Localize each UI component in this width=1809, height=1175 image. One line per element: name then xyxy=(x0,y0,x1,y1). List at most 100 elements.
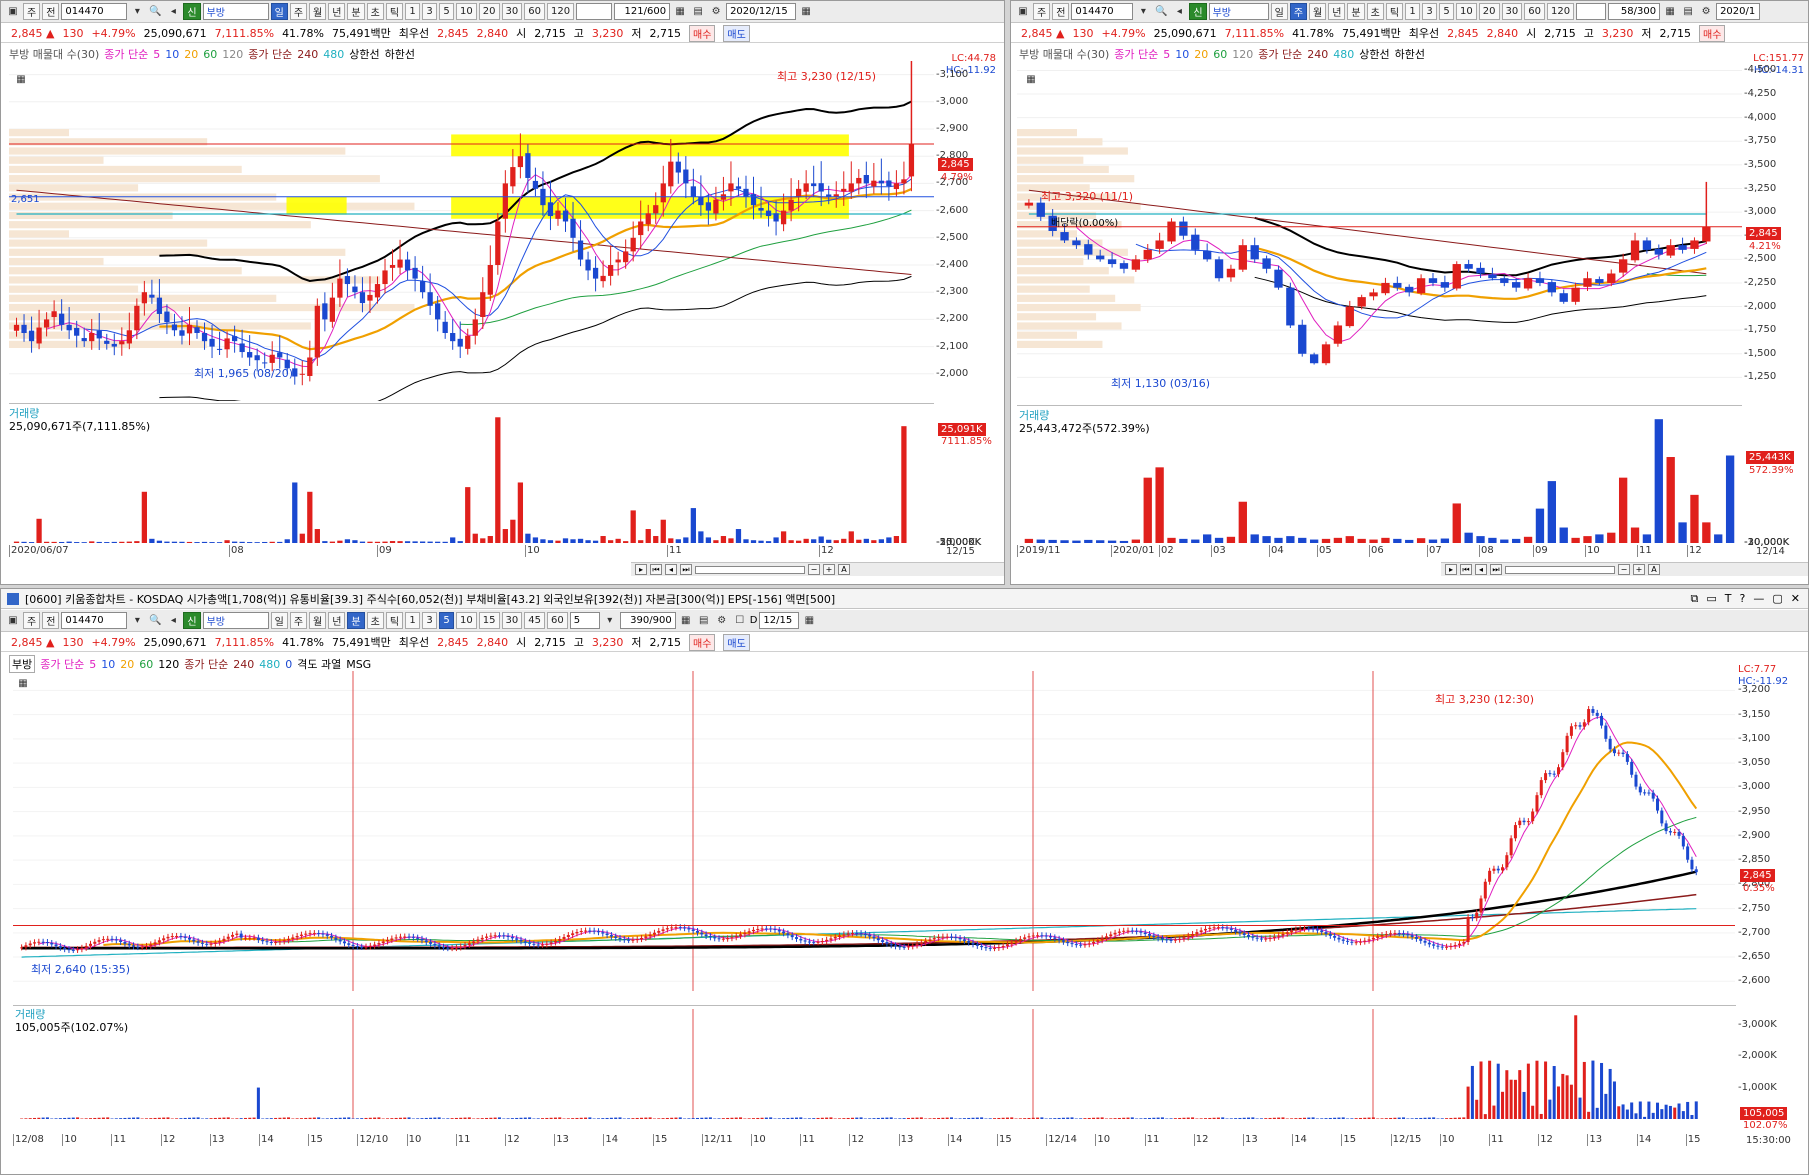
interval-1[interactable]: 1 xyxy=(1405,3,1421,20)
stock-name-input[interactable]: 부방 xyxy=(202,612,269,629)
interval-3[interactable]: 3 xyxy=(422,3,438,20)
tab-minute[interactable]: 분 xyxy=(347,612,365,629)
stock-name-input[interactable]: 부방 xyxy=(202,3,269,20)
interval-1[interactable]: 1 xyxy=(405,3,421,20)
interval-60[interactable]: 60 xyxy=(1524,3,1545,20)
scroll-left-icon[interactable]: ◂ xyxy=(665,564,677,575)
tab-second[interactable]: 초 xyxy=(1366,3,1384,20)
date-input[interactable]: 12/15 xyxy=(759,612,800,629)
interval-5[interactable]: 5 xyxy=(1439,3,1455,20)
speaker-icon[interactable]: ◂ xyxy=(165,612,181,629)
market-type-button[interactable]: 주 xyxy=(1033,3,1051,20)
link-icon[interactable]: ⧉ xyxy=(1691,592,1699,606)
scroll-first-icon[interactable]: ⏮ xyxy=(650,564,662,575)
interval-120[interactable]: 120 xyxy=(546,3,575,20)
interval-5[interactable]: 5 xyxy=(439,3,455,20)
chart-type-icon[interactable]: ▦ xyxy=(1662,3,1678,20)
dropdown-icon[interactable]: ▾ xyxy=(129,612,145,629)
tab-monthly[interactable]: 월 xyxy=(309,612,327,629)
interval-30[interactable]: 30 xyxy=(501,612,523,629)
interval-3[interactable]: 3 xyxy=(422,612,438,629)
checkbox-icon[interactable]: ☐ xyxy=(732,612,748,629)
tab-yearly[interactable]: 년 xyxy=(328,3,346,20)
close-icon[interactable]: ✕ xyxy=(1791,592,1800,606)
dropdown-icon[interactable]: ▾ xyxy=(1135,3,1151,20)
count-input[interactable]: 121/600 xyxy=(614,3,671,20)
tab-daily[interactable]: 일 xyxy=(1270,3,1288,20)
speaker-icon[interactable]: ◂ xyxy=(1171,3,1187,20)
interval-15[interactable]: 15 xyxy=(478,612,500,629)
window-menu-icon[interactable]: ▣ xyxy=(1015,3,1031,20)
window-menu-icon[interactable]: ▣ xyxy=(5,612,21,629)
scroll-right-icon[interactable]: ▸ xyxy=(1445,564,1457,575)
tab-tick[interactable]: 틱 xyxy=(385,3,404,20)
zoom-out-icon[interactable]: − xyxy=(1618,564,1630,575)
scroll-last-icon[interactable]: ⏭ xyxy=(680,564,692,575)
zoom-out-icon[interactable]: − xyxy=(808,564,820,575)
date-input[interactable]: 2020/1 xyxy=(1716,3,1761,20)
prev-button[interactable]: 전 xyxy=(42,3,60,20)
interval-custom-input[interactable] xyxy=(576,3,613,20)
text-icon[interactable]: T xyxy=(1725,592,1732,606)
sell-button[interactable]: 매도 xyxy=(723,24,750,42)
interval-20[interactable]: 20 xyxy=(478,3,500,20)
weekly-scrollbar[interactable]: ▸ ⏮ ◂ ⏭ − + A xyxy=(1441,562,1808,576)
help-icon[interactable]: ? xyxy=(1740,592,1746,606)
speaker-icon[interactable]: ◂ xyxy=(165,3,181,20)
market-type-button[interactable]: 주 xyxy=(23,612,41,629)
scroll-track[interactable] xyxy=(695,565,805,574)
count-input[interactable]: 58/300 xyxy=(1608,3,1661,20)
search-icon[interactable]: 🔍 xyxy=(147,3,163,20)
scroll-right-icon[interactable]: ▸ xyxy=(635,564,647,575)
scroll-track[interactable] xyxy=(1505,565,1615,574)
interval-custom-input[interactable] xyxy=(1576,3,1607,20)
zoom-in-icon[interactable]: + xyxy=(1633,564,1645,575)
scroll-last-icon[interactable]: ⏭ xyxy=(1490,564,1502,575)
settings-icon[interactable]: ⚙ xyxy=(714,612,730,629)
search-icon[interactable]: 🔍 xyxy=(1153,3,1169,20)
calendar-icon[interactable]: ▦ xyxy=(798,3,814,20)
save-icon[interactable]: ▤ xyxy=(690,3,706,20)
interval-30[interactable]: 30 xyxy=(501,3,523,20)
buy-button[interactable]: 매수 xyxy=(689,633,716,651)
interval-30[interactable]: 30 xyxy=(1501,3,1523,20)
interval-45[interactable]: 45 xyxy=(524,612,545,629)
tab-yearly[interactable]: 년 xyxy=(328,612,346,629)
zoom-in-icon[interactable]: + xyxy=(823,564,835,575)
calendar-icon[interactable]: ▦ xyxy=(801,612,817,629)
layout-icon[interactable]: ▭ xyxy=(1706,592,1716,606)
font-icon[interactable]: A xyxy=(838,564,850,575)
settings-icon[interactable]: ⚙ xyxy=(1698,3,1714,20)
market-type-button[interactable]: 주 xyxy=(23,3,41,20)
chart-type-icon[interactable]: ▦ xyxy=(672,3,688,20)
interval-5[interactable]: 5 xyxy=(439,612,455,629)
font-icon[interactable]: A xyxy=(1648,564,1660,575)
stock-code-input[interactable]: 014470 xyxy=(1071,3,1134,20)
dropdown-icon[interactable]: ▾ xyxy=(129,3,145,20)
tab-minute[interactable]: 분 xyxy=(1347,3,1365,20)
stock-code-input[interactable]: 014470 xyxy=(61,3,128,20)
interval-10[interactable]: 10 xyxy=(456,3,477,20)
stock-name-input[interactable]: 부방 xyxy=(1208,3,1269,20)
tab-second[interactable]: 초 xyxy=(366,3,384,20)
tab-monthly[interactable]: 월 xyxy=(309,3,327,20)
interval-120[interactable]: 120 xyxy=(1546,3,1575,20)
prev-button[interactable]: 전 xyxy=(1052,3,1070,20)
save-icon[interactable]: ▤ xyxy=(696,612,712,629)
count-input[interactable]: 390/900 xyxy=(619,612,676,629)
sell-button[interactable]: 매도 xyxy=(723,633,750,651)
interval-custom-input[interactable]: 5 xyxy=(569,612,600,629)
daily-scrollbar[interactable]: ▸ ⏮ ◂ ⏭ − + A xyxy=(631,562,1004,576)
window-menu-icon[interactable]: ▣ xyxy=(5,3,21,20)
dropdown-icon[interactable]: ▾ xyxy=(602,612,618,629)
date-input[interactable]: 2020/12/15 xyxy=(726,3,797,20)
tab-yearly[interactable]: 년 xyxy=(1328,3,1346,20)
save-icon[interactable]: ▤ xyxy=(1680,3,1696,20)
settings-icon[interactable]: ⚙ xyxy=(708,3,724,20)
search-icon[interactable]: 🔍 xyxy=(147,612,163,629)
interval-60[interactable]: 60 xyxy=(546,612,568,629)
interval-60[interactable]: 60 xyxy=(524,3,545,20)
tab-tick[interactable]: 틱 xyxy=(385,612,404,629)
buy-button[interactable]: 매수 xyxy=(1699,24,1726,42)
tab-minute[interactable]: 분 xyxy=(347,3,365,20)
